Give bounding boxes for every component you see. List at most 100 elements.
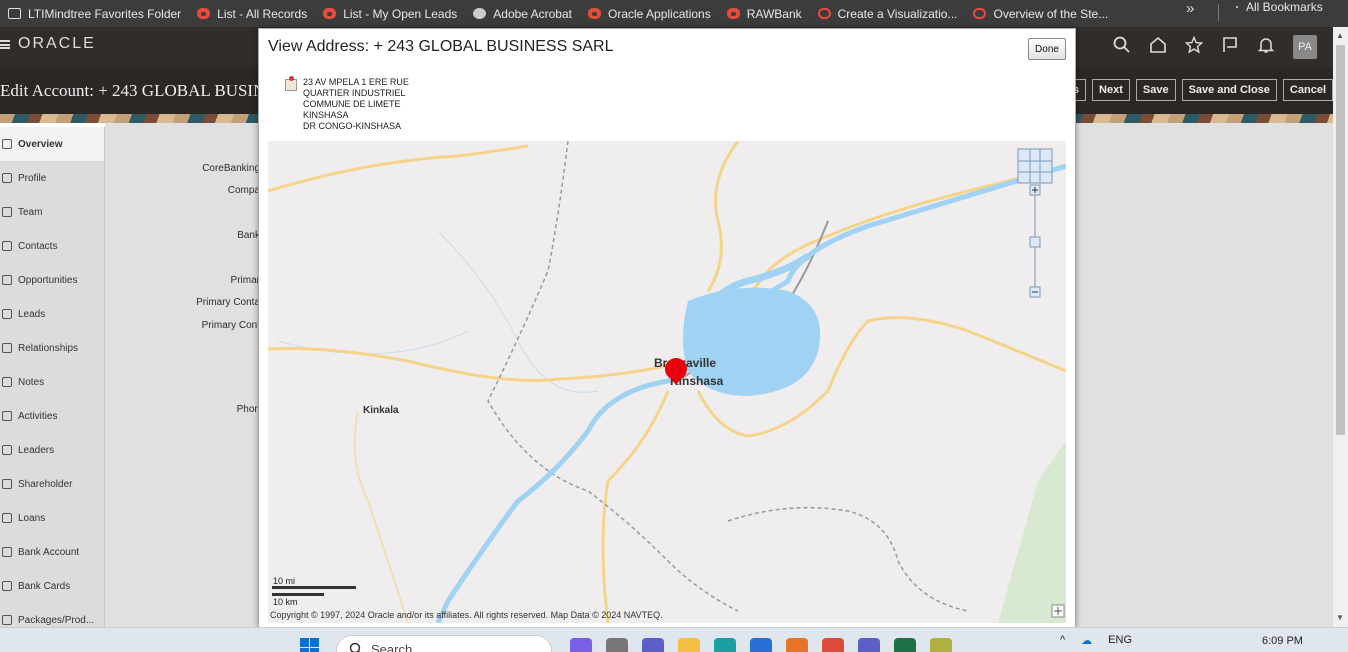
overview-map-toggle-icon[interactable]	[1051, 604, 1065, 618]
address-line: KINSHASA	[303, 110, 349, 120]
more-bookmarks-icon[interactable]: »	[1186, 0, 1194, 17]
map-pan-control[interactable]	[1017, 148, 1053, 184]
nav-profile[interactable]: Profile	[0, 161, 104, 195]
save-button[interactable]: Save	[1135, 79, 1176, 101]
save-and-close-button[interactable]: Save and Close	[1181, 79, 1277, 101]
excel-icon[interactable]	[894, 638, 916, 652]
profile-icon	[2, 173, 12, 183]
nav-bank-cards[interactable]: Bank Cards	[0, 569, 104, 603]
oracle-icon	[817, 8, 831, 19]
nav-notes[interactable]: Notes	[0, 365, 104, 399]
task-view-icon[interactable]	[606, 638, 628, 652]
nav-activities[interactable]: Activities	[0, 399, 104, 433]
scroll-down-icon[interactable]: ▼	[1336, 613, 1344, 622]
cancel-button[interactable]: Cancel	[1282, 79, 1333, 101]
leaders-icon	[2, 445, 12, 455]
next-button[interactable]: Next	[1092, 79, 1130, 101]
notifications-bell-icon[interactable]	[1257, 36, 1275, 59]
bank-account-icon	[2, 547, 12, 557]
teams-icon[interactable]	[642, 638, 664, 652]
system-tray: ^ ☁ ENG	[1060, 634, 1132, 647]
user-avatar[interactable]: PA	[1293, 35, 1317, 59]
all-bookmarks-button[interactable]: All Bookmarks	[1236, 0, 1323, 14]
loans-icon	[2, 513, 12, 523]
file-explorer-icon[interactable]	[678, 638, 700, 652]
done-button[interactable]: Done	[1028, 38, 1066, 60]
teams-work-icon[interactable]	[858, 638, 880, 652]
bookmark-create-visualization[interactable]: Create a Visualizatio...	[810, 0, 966, 21]
terrain-area	[998, 441, 1066, 623]
page-scrollbar[interactable]: ▲ ▼	[1333, 27, 1348, 627]
relationships-icon	[2, 343, 12, 353]
app-icon[interactable]	[786, 638, 808, 652]
nav-team[interactable]: Team	[0, 195, 104, 229]
chrome-icon[interactable]	[822, 638, 844, 652]
nav-leads[interactable]: Leads	[0, 297, 104, 331]
zoom-slider-handle[interactable]	[1029, 236, 1041, 248]
taskbar-apps	[570, 638, 952, 652]
road	[706, 141, 740, 292]
notes-app-icon[interactable]	[930, 638, 952, 652]
watchlist-flag-icon[interactable]	[1221, 36, 1239, 59]
bookmark-adobe-acrobat[interactable]: Adobe Acrobat	[465, 0, 580, 21]
notes-icon	[2, 377, 12, 387]
nav-opportunities[interactable]: Opportunities	[0, 263, 104, 297]
oracle-logo[interactable]: ORACLE	[0, 35, 96, 53]
contacts-icon	[2, 241, 12, 251]
oracle-icon	[726, 8, 740, 19]
nav-overview[interactable]: Overview	[0, 127, 104, 161]
bookmark-overview-ste[interactable]: Overview of the Ste...	[965, 0, 1116, 21]
bookmarks-bar: LTIMindtree Favorites Folder List - All …	[0, 0, 1348, 27]
bookmark-ltimindtree[interactable]: LTIMindtree Favorites Folder	[0, 0, 189, 21]
search-icon[interactable]	[1113, 36, 1131, 59]
scrollbar-thumb[interactable]	[1336, 45, 1345, 435]
road	[601, 390, 670, 623]
clock[interactable]: 6:09 PM	[1262, 635, 1303, 647]
windows-start-icon[interactable]	[300, 638, 320, 652]
store-icon[interactable]	[750, 638, 772, 652]
shareholder-icon	[2, 479, 12, 489]
leads-icon	[2, 309, 12, 319]
nav-shareholder[interactable]: Shareholder	[0, 467, 104, 501]
address-line: COMMUNE DE LIMETE	[303, 99, 401, 109]
nav-relationships[interactable]: Relationships	[0, 331, 104, 365]
zoom-out-button[interactable]	[1029, 286, 1041, 298]
windows-taskbar: Search ^ ☁ ENG 6:09 PM	[0, 627, 1348, 652]
oracle-icon	[588, 8, 601, 19]
bookmark-oracle-applications[interactable]: Oracle Applications	[580, 0, 719, 21]
address-block: 23 AV MPELA 1 ERE RUE QUARTIER INDUSTRIE…	[285, 76, 409, 132]
language-indicator[interactable]: ENG	[1108, 634, 1132, 646]
bookmark-my-open-leads[interactable]: List - My Open Leads	[315, 0, 465, 21]
edge-icon[interactable]	[714, 638, 736, 652]
home-icon[interactable]	[1149, 36, 1167, 59]
address-line: 23 AV MPELA 1 ERE RUE	[303, 77, 409, 87]
bookmark-rawbank[interactable]: RAWBank	[719, 0, 810, 21]
taskbar-search[interactable]: Search	[336, 635, 552, 652]
nav-leaders[interactable]: Leaders	[0, 433, 104, 467]
scale-bar-km	[272, 593, 324, 596]
bank-cards-icon	[2, 581, 12, 591]
search-placeholder: Search	[371, 642, 413, 652]
dialog-title: View Address: + 243 GLOBAL BUSINESS SARL	[268, 38, 614, 55]
acrobat-icon	[473, 8, 487, 19]
address-map[interactable]: Brazzaville Kinshasa Kinkala 10 mi	[268, 141, 1066, 623]
opportunities-icon	[2, 275, 12, 285]
menu-icon[interactable]	[0, 39, 10, 49]
folder-icon	[1236, 6, 1238, 8]
nav-contacts[interactable]: Contacts	[0, 229, 104, 263]
onedrive-icon[interactable]: ☁	[1081, 634, 1092, 647]
map-copyright: Copyright © 1997, 2024 Oracle and/or its…	[270, 610, 663, 620]
favorites-star-icon[interactable]	[1184, 35, 1204, 59]
bookmark-list-all-records[interactable]: List - All Records	[189, 0, 315, 21]
road	[268, 144, 529, 193]
scroll-up-icon[interactable]: ▲	[1336, 31, 1344, 40]
bookmarks-divider	[1218, 4, 1219, 21]
map-canvas[interactable]: Brazzaville Kinshasa Kinkala 10 mi	[268, 141, 1066, 623]
zoom-in-button[interactable]	[1029, 184, 1041, 196]
oracle-icon	[973, 8, 987, 19]
show-hidden-icons[interactable]: ^	[1060, 634, 1065, 646]
nav-bank-account[interactable]: Bank Account	[0, 535, 104, 569]
overview-icon	[2, 139, 12, 149]
copilot-icon[interactable]	[570, 638, 592, 652]
nav-loans[interactable]: Loans	[0, 501, 104, 535]
